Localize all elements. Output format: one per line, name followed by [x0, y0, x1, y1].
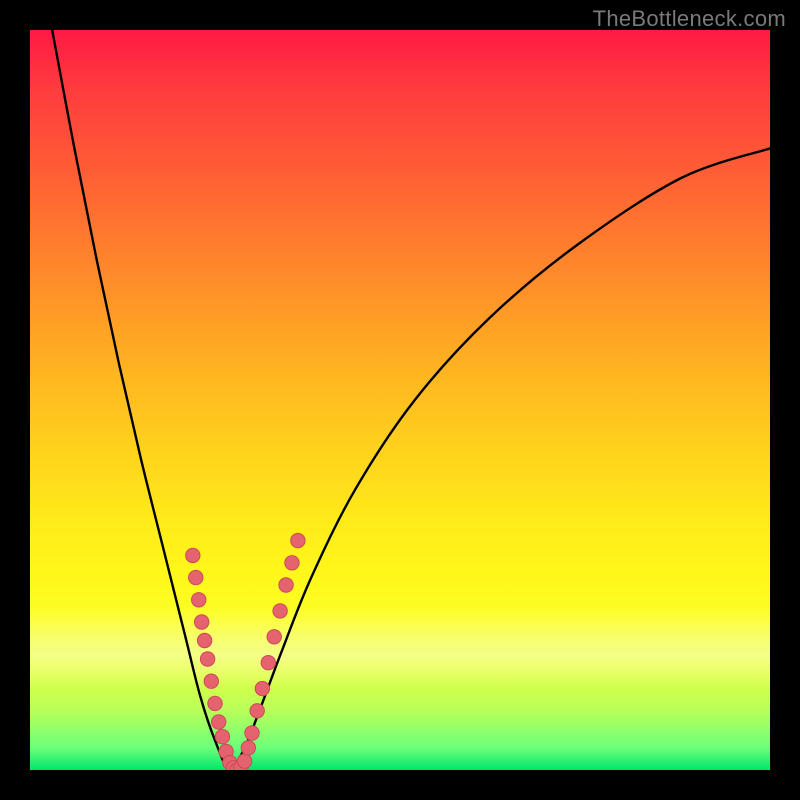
- dot: [267, 630, 281, 644]
- dot: [200, 652, 214, 666]
- dot: [186, 548, 200, 562]
- dot: [291, 533, 305, 547]
- dot: [261, 656, 275, 670]
- dot: [250, 704, 264, 718]
- dot: [273, 604, 287, 618]
- dot: [212, 715, 226, 729]
- plot-area: [30, 30, 770, 770]
- dot: [255, 681, 269, 695]
- dot: [194, 615, 208, 629]
- dot: [208, 696, 222, 710]
- dot: [241, 741, 255, 755]
- watermark-text: TheBottleneck.com: [593, 6, 786, 32]
- dot: [245, 726, 259, 740]
- dot: [189, 570, 203, 584]
- dot: [204, 674, 218, 688]
- highlight-dots: [186, 533, 305, 770]
- dot: [215, 730, 229, 744]
- chart-frame: TheBottleneck.com: [0, 0, 800, 800]
- dot: [192, 593, 206, 607]
- bottleneck-curve: [52, 30, 770, 770]
- dot: [279, 578, 293, 592]
- dot: [237, 754, 251, 768]
- dot: [285, 556, 299, 570]
- dot: [197, 633, 211, 647]
- curve-layer: [30, 30, 770, 770]
